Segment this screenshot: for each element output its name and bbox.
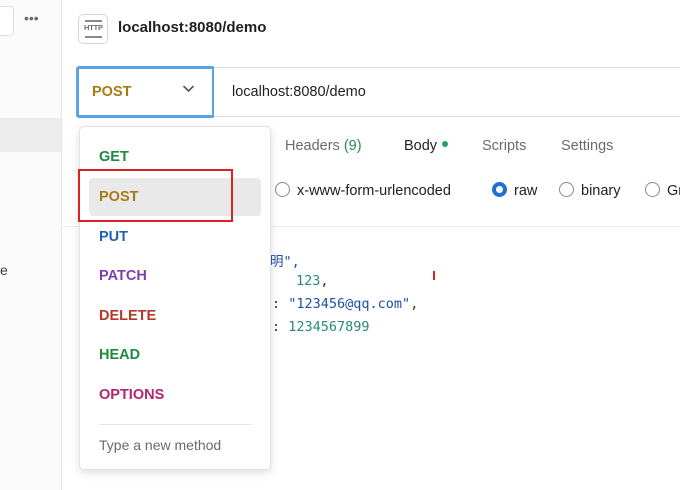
radio-binary[interactable] [559,182,574,197]
method-option-get[interactable]: GET [99,149,129,165]
menu-divider [99,424,252,425]
code-token: 1234567899 [288,319,370,335]
sidebar-selected-item[interactable] [0,118,61,152]
method-select-value: POST [92,84,132,100]
method-select[interactable]: POST [76,66,215,118]
tab-body[interactable]: Body [404,138,449,154]
url-input[interactable]: localhost:8080/demo [214,67,680,117]
method-option-options[interactable]: OPTIONS [99,387,164,403]
tab-headers-label: Headers [285,138,340,154]
new-method-input[interactable]: Type a new method [99,437,221,453]
code-token: : [272,296,289,312]
radio-graphql[interactable] [645,182,660,197]
radio-label-graphql[interactable]: Gr [667,183,680,199]
tab-body-label: Body [404,138,438,154]
method-option-patch[interactable]: PATCH [99,268,147,284]
code-line-4[interactable]: : 1234567899 [272,319,370,335]
radio-raw[interactable] [492,182,507,197]
tab-settings[interactable]: Settings [561,138,613,154]
code-token: 123 [296,273,321,289]
radio-label-x-www-form-urlencoded[interactable]: x-www-form-urlencoded [297,183,451,199]
method-option-put[interactable]: PUT [99,229,128,245]
annotation-highlight-box [78,169,233,222]
sidebar-search-field[interactable] [0,6,14,36]
tab-scripts-label: Scripts [482,138,527,154]
method-option-head[interactable]: HEAD [99,347,140,363]
chevron-down-icon [182,82,195,98]
http-request-icon: HTTP [78,14,108,44]
http-icon-text: HTTP [84,23,103,32]
tab-headers-count: (9) [343,138,362,154]
text-cursor [433,271,435,280]
request-title[interactable]: localhost:8080/demo [118,19,266,36]
code-line-1[interactable]: 明", [270,250,300,270]
url-input-value: localhost:8080/demo [232,84,366,100]
radio-x-www-form-urlencoded[interactable] [275,182,290,197]
code-line-2[interactable]: 123, [296,273,329,289]
code-line-3[interactable]: : "123456@qq.com", [272,296,418,312]
more-options-icon[interactable]: ••• [24,10,39,26]
code-token: "123456@qq.com" [288,296,411,312]
tab-headers[interactable]: Headers (9) [285,138,362,154]
sidebar-item-label: e [0,262,8,278]
tab-settings-label: Settings [561,138,614,154]
tab-scripts[interactable]: Scripts [482,138,526,154]
body-indicator-dot [442,141,449,148]
radio-label-binary[interactable]: binary [581,183,621,199]
code-token: , [320,273,329,289]
code-token: 明", [270,254,300,270]
radio-label-raw[interactable]: raw [514,183,537,199]
code-token: , [410,296,419,312]
sidebar: ••• e [0,0,62,490]
code-token: : [272,319,289,335]
method-option-delete[interactable]: DELETE [99,308,156,324]
